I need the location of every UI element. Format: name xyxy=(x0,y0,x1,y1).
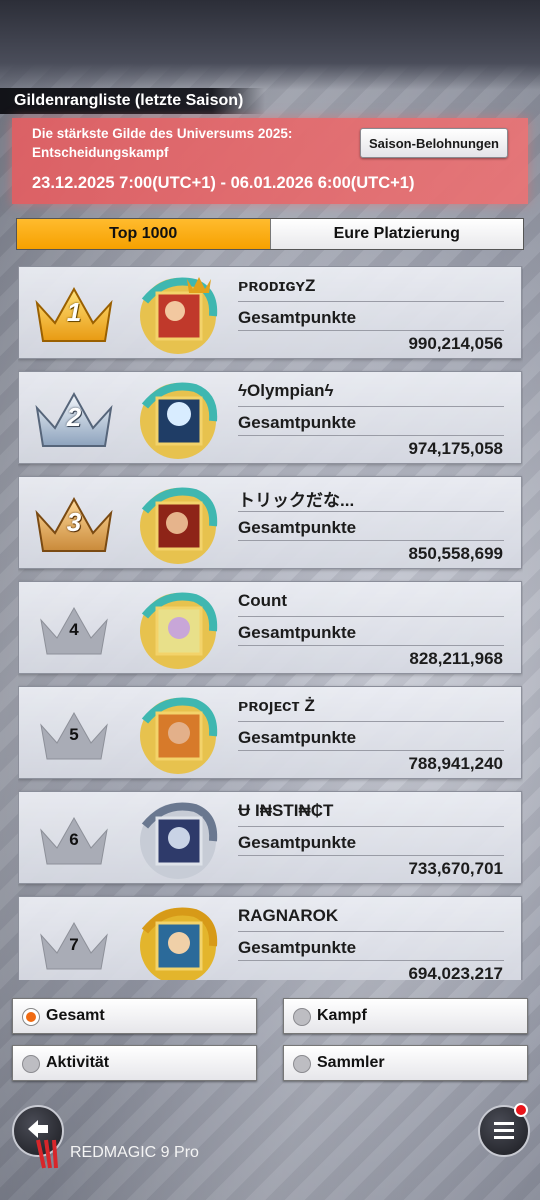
points-value: 733,670,701 xyxy=(408,859,503,878)
divider xyxy=(238,406,504,407)
points-label: Gesamtpunkte xyxy=(238,413,357,432)
guild-name: ϟOlympianϟ xyxy=(238,381,334,400)
rank-number: 5 xyxy=(69,725,79,744)
redmagic-logo-icon xyxy=(36,1139,58,1169)
points-label: Gesamtpunkte xyxy=(238,833,357,852)
rank-number: 6 xyxy=(69,830,79,849)
points-label: Gesamtpunkte xyxy=(238,728,357,747)
guild-emblem-icon xyxy=(140,907,218,980)
guild-emblem-icon xyxy=(140,382,218,459)
event-title: Die stärkste Gilde des Universums 2025: … xyxy=(32,126,293,160)
guild-emblem-icon xyxy=(140,277,218,354)
filter-label: Gesamt xyxy=(46,1007,105,1024)
event-dates: 23.12.2025 7:00(UTC+1) - 06.01.2026 6:00… xyxy=(32,174,415,192)
top-shade xyxy=(0,0,540,90)
event-banner: Die stärkste Gilde des Universums 2025: … xyxy=(12,118,528,204)
guild-name: ᴘʀᴏᴅɪɢʏZ xyxy=(238,276,316,295)
guild-name: Ʉ I₦STI₦₵T xyxy=(238,801,334,820)
guild-name: RAGNAROK xyxy=(238,906,339,925)
ranking-row[interactable]: 4 Count Gesamtpunkte 828,211,968 xyxy=(18,581,522,674)
divider xyxy=(238,511,504,512)
guild-emblem-icon xyxy=(140,592,218,669)
ranking-row[interactable]: 5 ᴘʀᴏȷᴇᴄᴛ Ż Gesamtpunkte 788,941,240 xyxy=(18,686,522,779)
points-value: 990,214,056 xyxy=(408,334,503,353)
rank-number: 3 xyxy=(66,507,82,537)
rank-number: 1 xyxy=(66,297,82,327)
ranking-tabs: Top 1000 Eure Platzierung xyxy=(16,218,524,250)
tab-top-1000[interactable]: Top 1000 xyxy=(17,219,271,249)
filter-sammler[interactable]: Sammler xyxy=(283,1045,528,1081)
filter-aktivitaet[interactable]: Aktivität xyxy=(12,1045,257,1081)
rank-number: 7 xyxy=(69,935,79,954)
filter-kampf[interactable]: Kampf xyxy=(283,998,528,1034)
points-label: Gesamtpunkte xyxy=(238,518,357,537)
guild-name: トリックだな... xyxy=(238,491,355,510)
device-label: REDMAGIC 9 Pro xyxy=(70,1144,199,1161)
divider xyxy=(238,616,504,617)
guild-emblem-icon xyxy=(140,487,218,564)
notification-dot xyxy=(514,1103,528,1117)
points-label: Gesamtpunkte xyxy=(238,938,357,957)
radio-unselected-icon xyxy=(293,1008,311,1026)
ranking-row[interactable]: 1 ᴘʀᴏᴅɪɢʏZ Gesamtpunkte 990,214,056 xyxy=(18,266,522,359)
divider xyxy=(238,960,504,961)
ranking-row[interactable]: 6 Ʉ I₦STI₦₵T Gesamtpunkte 733,670,701 xyxy=(18,791,522,884)
ranking-row[interactable]: 3 トリックだな... Gesamtpunkte 850,558,699 xyxy=(18,476,522,569)
points-value: 828,211,968 xyxy=(409,649,503,668)
radio-unselected-icon xyxy=(293,1055,311,1073)
divider xyxy=(238,826,504,827)
points-value: 788,941,240 xyxy=(408,754,503,773)
guild-name: Count xyxy=(238,591,288,610)
guild-name: ᴘʀᴏȷᴇᴄᴛ Ż xyxy=(238,696,315,715)
guild-emblem-icon xyxy=(140,802,218,879)
radio-selected-icon xyxy=(22,1008,40,1026)
filter-label: Kampf xyxy=(317,1007,367,1024)
divider xyxy=(238,301,504,302)
rank-number: 2 xyxy=(66,402,82,432)
points-label: Gesamtpunkte xyxy=(238,623,357,642)
points-value: 850,558,699 xyxy=(408,544,503,563)
ranking-row[interactable]: 7 RAGNAROK Gesamtpunkte 694,023,217 xyxy=(18,896,522,980)
divider xyxy=(238,931,504,932)
divider xyxy=(238,721,504,722)
divider xyxy=(238,330,504,331)
divider xyxy=(238,435,504,436)
divider xyxy=(238,540,504,541)
divider xyxy=(238,855,504,856)
filter-gesamt[interactable]: Gesamt xyxy=(12,998,257,1034)
tab-eure-platzierung[interactable]: Eure Platzierung xyxy=(270,219,523,249)
guild-emblem-icon xyxy=(140,697,218,774)
season-rewards-button[interactable]: Saison-Belohnungen xyxy=(360,128,508,158)
radio-unselected-icon xyxy=(22,1055,40,1073)
filter-label: Sammler xyxy=(317,1054,385,1071)
divider xyxy=(238,645,504,646)
rank-number: 4 xyxy=(69,620,79,639)
section-title: Gildenrangliste (letzte Saison) xyxy=(0,88,265,114)
ranking-list[interactable]: 1 ᴘʀᴏᴅɪɢʏZ Gesamtpunkte 990,214,056 2 ϟO… xyxy=(18,266,523,980)
points-label: Gesamtpunkte xyxy=(238,308,357,327)
points-value: 694,023,217 xyxy=(408,964,503,980)
ranking-row[interactable]: 2 ϟOlympianϟ Gesamtpunkte 974,175,058 xyxy=(18,371,522,464)
divider xyxy=(238,750,504,751)
points-value: 974,175,058 xyxy=(408,439,503,458)
filter-label: Aktivität xyxy=(46,1054,110,1071)
